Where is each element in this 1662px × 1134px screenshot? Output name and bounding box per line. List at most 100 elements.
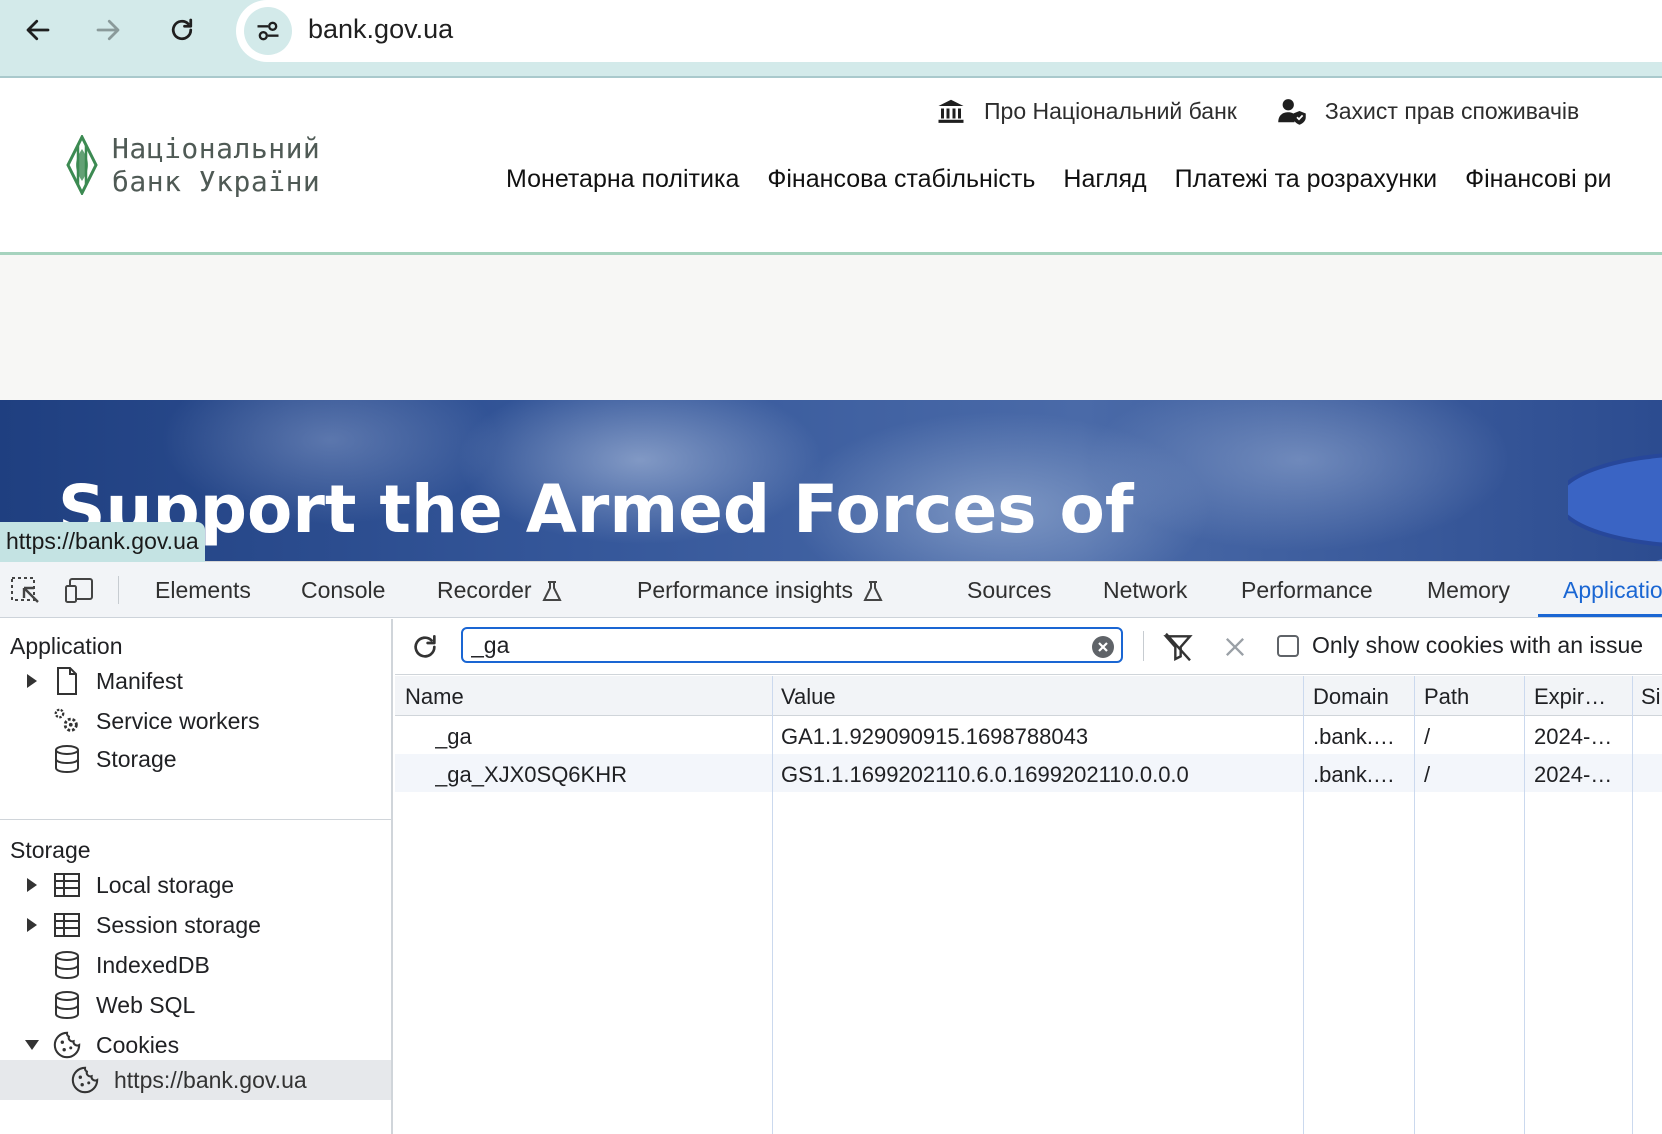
about-bank-link[interactable]: Про Національний банк — [936, 96, 1237, 126]
service-workers-label: Service workers — [96, 707, 260, 734]
tab-performance-insights-label: Performance insights — [637, 577, 854, 603]
clear-filter-icon[interactable] — [1091, 635, 1115, 659]
cookies-pane: Only show cookies with an issue Name Val… — [395, 619, 1662, 1134]
storage-overview-label: Storage — [96, 745, 177, 772]
expand-arrow-icon[interactable] — [24, 673, 40, 689]
menu-monetary-policy[interactable]: Монетарна політика — [506, 165, 739, 194]
main-menu: Монетарна політика Фінансова стабільніст… — [506, 165, 1612, 194]
user-shield-icon — [1278, 99, 1306, 125]
sidebar-item-websql[interactable]: Web SQL — [52, 985, 195, 1025]
url-text[interactable]: bank.gov.ua — [308, 14, 453, 45]
cookie-path-cell[interactable]: / — [1424, 724, 1430, 750]
collapse-arrow-icon[interactable] — [24, 1038, 40, 1052]
back-arrow-icon — [26, 19, 50, 41]
device-toolbar-icon[interactable] — [64, 576, 96, 604]
cookies-label: Cookies — [96, 1031, 180, 1058]
sidebar-item-service-workers[interactable]: Service workers — [52, 701, 260, 741]
column-header-expires[interactable]: Expir… — [1534, 684, 1606, 710]
devtools-tab-bar: Elements Console Recorder Performance in… — [0, 562, 1662, 618]
toolbar-separator — [1143, 631, 1144, 661]
document-icon — [52, 666, 82, 696]
table-header — [395, 676, 1662, 716]
screen: { "browser": { "url": "bank.gov.ua", "st… — [0, 0, 1662, 1134]
refresh-icon[interactable] — [409, 631, 441, 663]
delete-selected-icon[interactable] — [1221, 633, 1249, 661]
gray-band — [0, 255, 1662, 400]
column-header-path[interactable]: Path — [1424, 684, 1469, 710]
cookie-value-cell[interactable]: GA1.1.929090915.1698788043 — [781, 724, 1088, 750]
tab-elements-label: Elements — [155, 577, 251, 603]
sidebar-item-local-storage[interactable]: Local storage — [24, 865, 234, 905]
tab-console-label: Console — [301, 577, 386, 603]
expand-arrow-icon[interactable] — [24, 917, 40, 933]
consumer-protection-label: Захист прав споживачів — [1324, 97, 1580, 124]
cookies-table: Name Value Domain Path Expir… Si _ga GA1… — [395, 676, 1662, 1134]
tab-application-label: Applicatio — [1563, 577, 1662, 603]
cookie-path-cell[interactable]: / — [1424, 762, 1430, 788]
sidebar-item-storage-overview[interactable]: Storage — [52, 739, 177, 779]
column-header-domain[interactable]: Domain — [1313, 684, 1389, 710]
session-storage-label: Session storage — [96, 911, 261, 938]
menu-payments[interactable]: Платежі та розрахунки — [1175, 165, 1437, 194]
webpage: Національний банк України Про Національн… — [0, 80, 1662, 641]
tab-network[interactable]: Network — [1103, 577, 1187, 604]
column-header-size[interactable]: Si — [1641, 684, 1661, 710]
tab-memory-label: Memory — [1427, 577, 1511, 603]
tab-performance[interactable]: Performance — [1241, 577, 1373, 604]
only-issues-label[interactable]: Only show cookies with an issue — [1312, 632, 1643, 659]
address-bar[interactable]: bank.gov.ua — [236, 0, 1662, 62]
reload-button[interactable] — [160, 12, 204, 48]
websql-label: Web SQL — [96, 991, 196, 1018]
cookie-name-cell[interactable]: _ga_XJX0SQ6KHR — [435, 762, 627, 788]
column-header-value[interactable]: Value — [781, 684, 836, 710]
sidebar-item-indexeddb[interactable]: IndexedDB — [52, 945, 210, 985]
database-icon — [52, 744, 82, 774]
sidebar-item-cookie-origin[interactable]: https://bank.gov.ua — [70, 1060, 307, 1100]
tab-memory[interactable]: Memory — [1427, 577, 1510, 604]
cookie-expires-cell[interactable]: 2024-… — [1534, 724, 1612, 750]
tab-recorder-label: Recorder — [437, 577, 532, 603]
gears-icon — [52, 706, 82, 736]
tab-performance-insights[interactable]: Performance insights — [637, 577, 885, 604]
indexeddb-label: IndexedDB — [96, 951, 210, 978]
manifest-label: Manifest — [96, 667, 183, 694]
tab-console[interactable]: Console — [301, 577, 385, 604]
only-issues-checkbox[interactable] — [1277, 635, 1299, 657]
tab-sources[interactable]: Sources — [967, 577, 1051, 604]
nbu-logo[interactable]: Національний банк України — [64, 132, 320, 198]
cookie-filter-input[interactable] — [461, 627, 1123, 663]
menu-financial-stability[interactable]: Фінансова стабільність — [767, 165, 1035, 194]
logo-line-1: Національний — [112, 132, 321, 165]
cookie-expires-cell[interactable]: 2024-… — [1534, 762, 1612, 788]
sidebar-item-session-storage[interactable]: Session storage — [24, 905, 261, 945]
consumer-protection-link[interactable]: Захист прав споживачів — [1277, 96, 1579, 126]
tab-recorder[interactable]: Recorder — [437, 577, 564, 604]
menu-financial-markets[interactable]: Фінансові ри — [1465, 165, 1611, 194]
active-tab-indicator — [1538, 614, 1662, 617]
status-bar-url: https://bank.gov.ua — [0, 522, 205, 562]
cookie-domain-cell[interactable]: .bank.… — [1313, 724, 1395, 750]
sidebar-item-cookies[interactable]: Cookies — [24, 1025, 179, 1065]
sidebar-item-manifest[interactable]: Manifest — [24, 661, 183, 701]
browser-toolbar: bank.gov.ua — [0, 0, 1662, 78]
cookie-name-cell[interactable]: _ga — [435, 724, 472, 750]
cookie-value-cell[interactable]: GS1.1.1699202110.6.0.1699202110.0.0.0 — [781, 762, 1189, 788]
cookie-domain-cell[interactable]: .bank.… — [1313, 762, 1395, 788]
bank-building-icon — [938, 99, 964, 123]
cookie-icon — [52, 1030, 82, 1060]
forward-button[interactable] — [86, 12, 130, 48]
menu-supervision[interactable]: Нагляд — [1063, 165, 1146, 194]
expand-arrow-icon[interactable] — [24, 877, 40, 893]
clear-all-filter-icon[interactable] — [1161, 631, 1195, 663]
inspect-element-icon[interactable] — [10, 576, 42, 604]
column-divider — [1414, 676, 1415, 1134]
reload-icon — [171, 18, 193, 41]
tab-elements[interactable]: Elements — [155, 577, 251, 604]
experiment-flask-icon — [863, 580, 883, 601]
site-info-button[interactable] — [244, 7, 292, 55]
column-header-name[interactable]: Name — [405, 684, 464, 710]
sidebar-separator — [0, 819, 391, 820]
back-button[interactable] — [16, 12, 60, 48]
cookie-filter-field[interactable] — [471, 631, 1071, 659]
tab-application[interactable]: Applicatio — [1563, 577, 1662, 604]
